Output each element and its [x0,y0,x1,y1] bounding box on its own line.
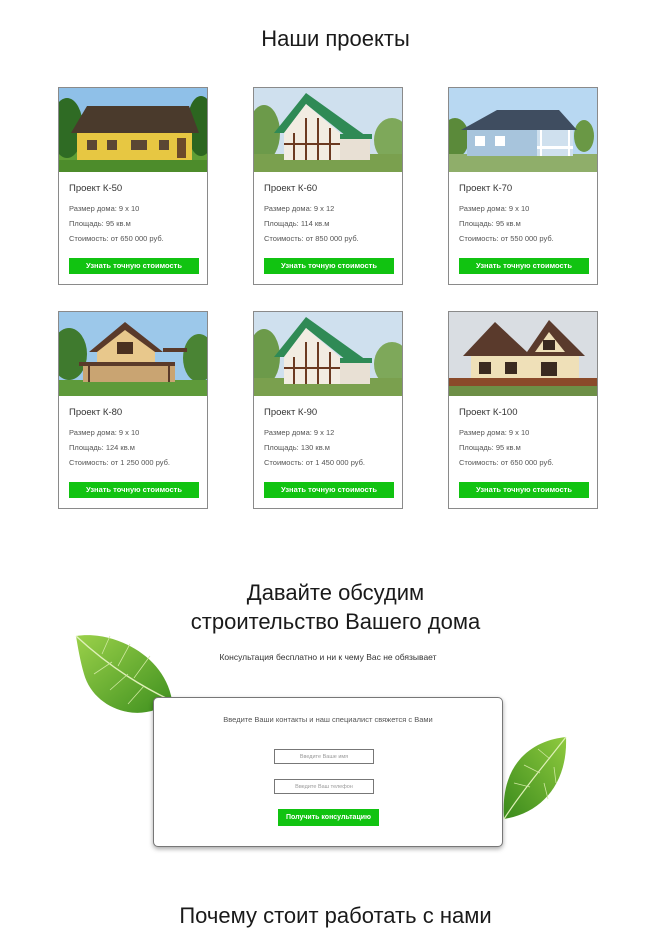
project-name: Проект К-100 [459,407,518,418]
project-name: Проект К-60 [264,183,318,194]
half-timbered-house-photo [254,312,402,396]
project-name: Проект К-80 [69,407,123,418]
project-area: Площадь: 130 кв.м [264,443,330,452]
project-size: Размер дома: 9 х 10 [459,204,530,213]
consultation-form: Введите Ваши контакты и наш специалист с… [153,697,503,847]
get-price-button[interactable]: Узнать точную стоимость [264,482,394,498]
project-size: Размер дома: 9 х 10 [69,204,140,213]
project-price: Стоимость: от 850 000 руб. [264,234,359,243]
project-card: Проект К-100 Размер дома: 9 х 10 Площадь… [448,311,598,509]
project-size: Размер дома: 9 х 10 [69,428,140,437]
project-price: Стоимость: от 1 250 000 руб. [69,458,170,467]
project-size: Размер дома: 9 х 10 [459,428,530,437]
project-area: Площадь: 124 кв.м [69,443,135,452]
get-consultation-button[interactable]: Получить консультацию [278,809,379,826]
why-section-title: Почему стоит работать с нами [179,903,492,928]
project-name: Проект К-90 [264,407,318,418]
project-price: Стоимость: от 550 000 руб. [459,234,554,243]
get-price-button[interactable]: Узнать точную стоимость [69,258,199,274]
two-storey-house-with-terrace-photo [59,312,207,396]
project-area: Площадь: 95 кв.м [459,219,521,228]
project-area: Площадь: 95 кв.м [69,219,131,228]
half-timbered-house-photo [254,88,402,172]
discuss-title-line1: Давайте обсудим [246,580,425,605]
leaf-right-icon [503,736,567,820]
project-size: Размер дома: 9 х 12 [264,204,335,213]
project-name: Проект К-50 [69,183,123,194]
project-card: Проект К-50 Размер дома: 9 х 10 Площадь:… [58,87,208,285]
project-card: Проект К-60 Размер дома: 9 х 12 Площадь:… [253,87,403,285]
project-name: Проект К-70 [459,183,513,194]
blue-house-with-veranda-photo [449,88,597,172]
get-price-button[interactable]: Узнать точную стоимость [459,258,589,274]
brown-roof-cottage-photo [449,312,597,396]
get-price-button[interactable]: Узнать точную стоимость [264,258,394,274]
project-price: Стоимость: от 650 000 руб. [69,234,164,243]
name-input[interactable] [274,749,374,764]
project-price: Стоимость: от 650 000 руб. [459,458,554,467]
phone-input[interactable] [274,779,374,794]
project-card: Проект К-80 Размер дома: 9 х 10 Площадь:… [58,311,208,509]
project-price: Стоимость: от 1 450 000 руб. [264,458,365,467]
discuss-section-title: Давайте обсудим строительство Вашего дом… [0,578,671,636]
project-size: Размер дома: 9 х 12 [264,428,335,437]
form-caption: Введите Ваши контакты и наш специалист с… [223,715,433,724]
projects-section-title: Наши проекты [261,26,410,51]
project-card: Проект К-90 Размер дома: 9 х 12 Площадь:… [253,311,403,509]
yellow-one-storey-house-photo [59,88,207,172]
project-area: Площадь: 95 кв.м [459,443,521,452]
project-card: Проект К-70 Размер дома: 9 х 10 Площадь:… [448,87,598,285]
get-price-button[interactable]: Узнать точную стоимость [459,482,589,498]
get-price-button[interactable]: Узнать точную стоимость [69,482,199,498]
project-area: Площадь: 114 кв.м [264,219,330,228]
